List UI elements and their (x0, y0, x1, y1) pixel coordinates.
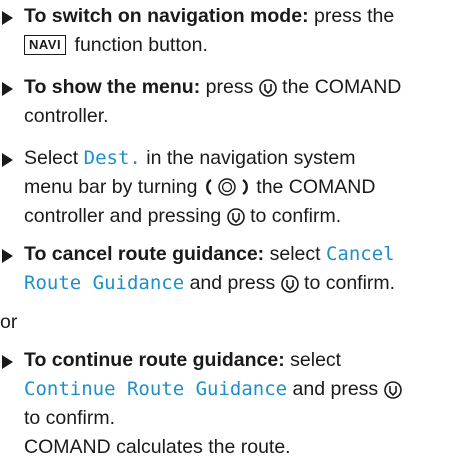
step-text: Select (24, 147, 84, 169)
step-heading: To show the menu: (24, 76, 201, 98)
step-cancel-guidance: To cancel route guidance: select Cancel … (0, 240, 462, 298)
step-text: select (264, 243, 326, 265)
press-controller-icon (383, 381, 402, 399)
step-text: select (284, 349, 342, 371)
step-switch-navigation: To switch on navigation mode: press the … (0, 2, 462, 60)
bullet-arrow-icon (2, 355, 13, 369)
step-text: the COMAND (250, 176, 376, 198)
step-text: controller and pressing (24, 205, 227, 227)
step-text: to confirm. (24, 407, 116, 429)
press-controller-icon (226, 208, 245, 226)
step-show-menu: To show the menu: press the COMAND contr… (0, 73, 462, 131)
navi-key-label: NAVI (24, 35, 67, 55)
step-text: menu bar by turning (24, 176, 203, 198)
step-text: controller. (24, 105, 109, 127)
menu-item-continue-route-guidance: Continue Route Guidance (24, 378, 288, 400)
step-text: press (200, 76, 254, 98)
step-heading: To continue route guidance: (24, 349, 285, 371)
step-text: in the navigation system (140, 147, 356, 169)
bullet-arrow-icon (2, 11, 13, 25)
step-text: function button. (74, 34, 208, 56)
step-text: COMAND calculates the route. (24, 436, 291, 458)
step-heading: To cancel route guidance: (24, 243, 265, 265)
step-heading: To switch on navigation mode: (24, 5, 309, 27)
step-text: and press (184, 272, 281, 294)
or-separator: or (0, 311, 18, 333)
instruction-page: To switch on navigation mode: press the … (0, 0, 462, 464)
bullet-arrow-icon (2, 153, 13, 167)
menu-item-route-guidance: Route Guidance (24, 272, 185, 294)
press-controller-icon (258, 79, 277, 97)
step-text: press the (308, 5, 395, 27)
press-controller-icon (280, 275, 299, 293)
step-continue-guidance: To continue route guidance: select Conti… (0, 346, 462, 462)
bullet-arrow-icon (2, 249, 13, 263)
step-text: and press (287, 378, 384, 400)
bullet-arrow-icon (2, 82, 13, 96)
step-text: to confirm. (244, 205, 342, 227)
menu-item-dest: Dest. (83, 147, 141, 169)
step-select-dest: Select Dest. in the navigation system me… (0, 144, 462, 231)
step-text: the COMAND (276, 76, 402, 98)
step-text: to confirm. (298, 272, 396, 294)
menu-item-cancel: Cancel (325, 243, 395, 265)
turn-controller-icon (205, 178, 248, 196)
